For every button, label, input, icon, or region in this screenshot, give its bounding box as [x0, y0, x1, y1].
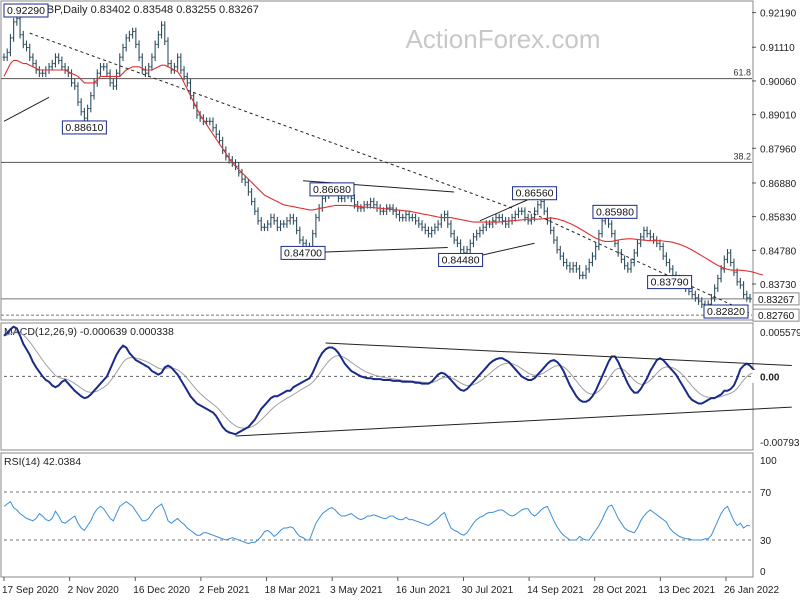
x-tick-label-5: 3 May 2021 [330, 585, 383, 596]
x-tick-label-1: 2 Nov 2020 [68, 585, 120, 596]
x-tick-label-7: 30 Jul 2021 [461, 585, 513, 596]
last-price-label: 0.83267 [758, 295, 795, 306]
price-label-4: 0.84480 [442, 254, 480, 266]
macd-panel-frame [0, 322, 754, 451]
macd-trendline-1 [325, 342, 792, 367]
fib-label-0: 61.8 [733, 68, 751, 78]
macd-layer [3, 325, 792, 437]
price-tick-label-6: 0.85830 [760, 213, 797, 224]
price-tick-label-8: 0.83730 [760, 280, 797, 291]
x-tick-label-2: 16 Dec 2020 [133, 585, 190, 596]
trendline-2 [3, 96, 50, 122]
fib-label-1: 38.2 [733, 151, 751, 161]
price-label-7: 0.85980 [596, 206, 634, 218]
rsi-panel-frame [0, 452, 754, 578]
watermark: ActionForex.com [405, 24, 600, 54]
macd-tick-top: 0.005579 [760, 328, 800, 339]
sma-line [3, 59, 764, 276]
price-label-2: 0.84700 [284, 247, 322, 259]
price-layer: 61.8 38.2 0.92290 0.88610 0.84700 0.86680 0.84… [1, 3, 764, 319]
price-label-8: 0.82820 [707, 306, 745, 318]
macd-trendline-0 [235, 406, 792, 437]
rsi-line [3, 500, 750, 545]
forex-chart-window: ActionForex.com EURGBP,Daily 0.83402 0.8… [0, 0, 800, 600]
price-tick-label-3: 0.89010 [760, 111, 797, 122]
x-tick-label-8: 14 Sep 2021 [527, 585, 584, 596]
rsi-tick-2: 30 [760, 536, 772, 547]
x-tick-label-9: 28 Oct 2021 [593, 585, 648, 596]
x-tick-label-10: 13 Dec 2021 [658, 585, 715, 596]
macd-tick-zero: 0.00 [760, 372, 780, 383]
trendline-1 [527, 210, 751, 314]
support-price-label: 0.82760 [758, 311, 795, 322]
rsi-tick-0: 100 [760, 456, 777, 467]
price-tick-label-5: 0.86880 [760, 179, 797, 190]
rsi-layer [3, 491, 752, 545]
rsi-panel-title: RSI(14) 42.0384 [4, 456, 81, 468]
price-label-0: 0.92290 [7, 5, 45, 17]
price-label-6: 0.83790 [651, 277, 689, 289]
macd-panel-title: MACD(12,26,9) -0.000639 0.000338 [4, 326, 174, 338]
rsi-tick-1: 70 [760, 488, 772, 499]
price-label-1: 0.88610 [65, 122, 103, 134]
macd-line [3, 325, 767, 436]
x-tick-label-0: 17 Sep 2020 [2, 585, 59, 596]
x-tick-label-4: 18 Mar 2021 [265, 585, 322, 596]
price-panel-title: EURGBP,Daily 0.83402 0.83548 0.83255 0.8… [15, 4, 259, 16]
price-tick-label-7: 0.84780 [760, 246, 797, 257]
chart-canvas: ActionForex.com EURGBP,Daily 0.83402 0.8… [0, 0, 800, 596]
price-label-3: 0.86680 [313, 184, 351, 196]
price-tick-label-2: 0.90060 [760, 77, 797, 88]
price-panel-frame [0, 0, 754, 321]
macd-tick-bottom: -0.007931 [760, 438, 800, 449]
price-label-5: 0.86560 [516, 188, 554, 200]
rsi-tick-3: 0 [760, 567, 766, 578]
price-tick-label-1: 0.91110 [760, 43, 795, 54]
price-tick-label-0: 0.92190 [760, 9, 797, 20]
x-tick-label-3: 2 Feb 2021 [199, 585, 250, 596]
price-tick-label-4: 0.87960 [760, 144, 797, 155]
axis-layer: 0.92190 0.91110 0.90060 0.89010 0.87960 0.868… [2, 9, 800, 596]
x-tick-label-6: 16 Jun 2021 [396, 585, 451, 596]
x-tick-label-11: 26 Jan 2022 [724, 585, 779, 596]
